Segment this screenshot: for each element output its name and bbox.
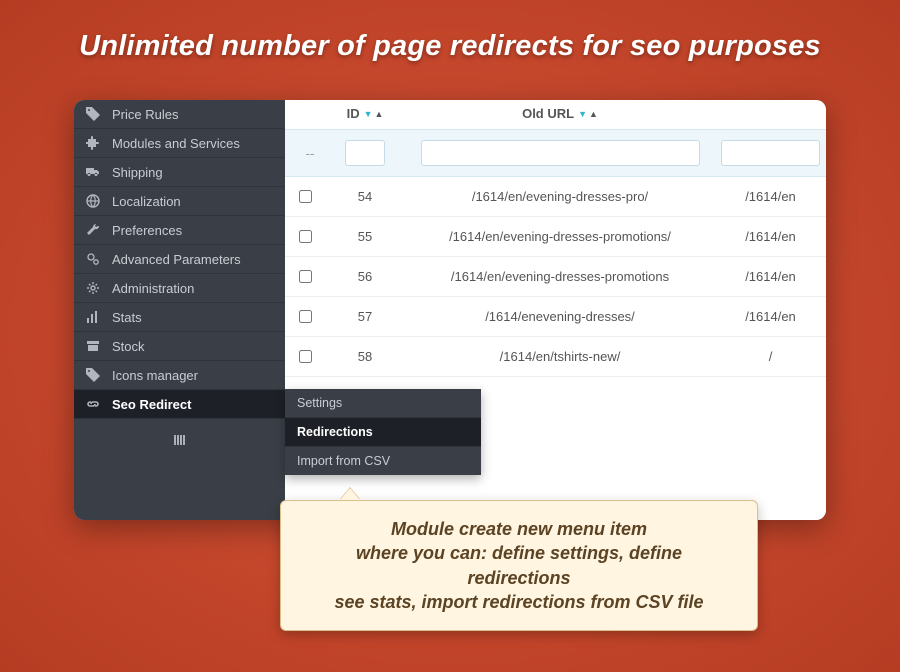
table-row[interactable]: 58/1614/en/tshirts-new// [285,337,826,377]
filter-new-url-input[interactable] [721,140,821,166]
submenu-item-redirections[interactable]: Redirections [285,418,481,447]
gear-icon [86,281,102,295]
cell-id: 56 [325,269,405,284]
cell-old-url: /1614/enevening-dresses/ [405,309,715,324]
cell-old-url: /1614/en/evening-dresses-promotions [405,269,715,284]
truck-icon [86,165,102,179]
table-row[interactable]: 57/1614/enevening-dresses//1614/en [285,297,826,337]
table-row[interactable]: 54/1614/en/evening-dresses-pro//1614/en [285,177,826,217]
cell-id: 55 [325,229,405,244]
archive-icon [86,339,102,353]
tag-icon [86,107,102,121]
sidebar-item-label: Modules and Services [112,136,240,151]
submenu-item-settings[interactable]: Settings [285,389,481,418]
cell-id: 54 [325,189,405,204]
row-checkbox[interactable] [299,190,312,203]
sidebar-collapse-toggle[interactable] [74,419,285,461]
sort-icon: ▼▲ [578,109,598,119]
cell-old-url: /1614/en/evening-dresses-pro/ [405,189,715,204]
column-header-old-url[interactable]: Old URL ▼▲ [405,106,715,121]
sidebar-item-label: Advanced Parameters [112,252,241,267]
sidebar-item-seo-redirect[interactable]: Seo Redirect [74,390,285,419]
sidebar-item-label: Seo Redirect [112,397,191,412]
cell-old-url: /1614/en/tshirts-new/ [405,349,715,364]
sidebar-item-label: Localization [112,194,181,209]
sidebar: Price Rules Modules and Services Shipping L… [74,100,285,520]
puzzle-icon [86,136,102,150]
sidebar-item-stats[interactable]: Stats [74,303,285,332]
sidebar-item-modules-and-services[interactable]: Modules and Services [74,129,285,158]
sidebar-item-label: Icons manager [112,368,198,383]
cell-id: 57 [325,309,405,324]
sidebar-item-administration[interactable]: Administration [74,274,285,303]
sidebar-item-label: Price Rules [112,107,178,122]
sidebar-item-label: Administration [112,281,194,296]
submenu-item-import-from-csv[interactable]: Import from CSV [285,447,481,475]
cell-id: 58 [325,349,405,364]
cell-new-url: /1614/en [715,229,826,244]
bars-icon [86,310,102,324]
callout-line: where you can: define settings, define r… [303,541,735,590]
hero-title: Unlimited number of page redirects for s… [0,0,900,63]
cell-new-url: /1614/en [715,309,826,324]
cell-new-url: / [715,349,826,364]
link-icon [86,397,102,411]
callout: Module create new menu item where you ca… [280,488,758,631]
table-row[interactable]: 56/1614/en/evening-dresses-promotions/16… [285,257,826,297]
cell-new-url: /1614/en [715,189,826,204]
sort-icon: ▼▲ [364,109,384,119]
table-row[interactable]: 55/1614/en/evening-dresses-promotions//1… [285,217,826,257]
callout-line: Module create new menu item [303,517,735,541]
filter-row: -- [285,129,826,177]
sidebar-item-label: Shipping [112,165,163,180]
cell-new-url: /1614/en [715,269,826,284]
bars-icon [173,434,187,446]
globe-icon [86,194,102,208]
column-header-id[interactable]: ID ▼▲ [325,106,405,121]
filter-old-url-input[interactable] [421,140,700,166]
table-header: ID ▼▲ Old URL ▼▲ [285,100,826,129]
filter-id-input[interactable] [345,140,385,166]
sidebar-item-preferences[interactable]: Preferences [74,216,285,245]
row-checkbox[interactable] [299,350,312,363]
sidebar-item-label: Stock [112,339,145,354]
wrench-icon [86,223,102,237]
tag-icon [86,368,102,382]
sidebar-item-icons-manager[interactable]: Icons manager [74,361,285,390]
cell-old-url: /1614/en/evening-dresses-promotions/ [405,229,715,244]
callout-line: see stats, import redirections from CSV … [303,590,735,614]
seo-redirect-submenu: SettingsRedirectionsImport from CSV [285,389,481,475]
sidebar-item-stock[interactable]: Stock [74,332,285,361]
cogs-icon [86,252,102,266]
redirections-table: ID ▼▲ Old URL ▼▲ -- 54/1614/en/evening-d… [285,100,826,377]
row-checkbox[interactable] [299,310,312,323]
sidebar-item-advanced-parameters[interactable]: Advanced Parameters [74,245,285,274]
row-checkbox[interactable] [299,230,312,243]
sidebar-item-localization[interactable]: Localization [74,187,285,216]
sidebar-item-label: Stats [112,310,142,325]
sidebar-item-shipping[interactable]: Shipping [74,158,285,187]
filter-dash: -- [285,146,325,161]
row-checkbox[interactable] [299,270,312,283]
sidebar-item-price-rules[interactable]: Price Rules [74,100,285,129]
sidebar-item-label: Preferences [112,223,182,238]
